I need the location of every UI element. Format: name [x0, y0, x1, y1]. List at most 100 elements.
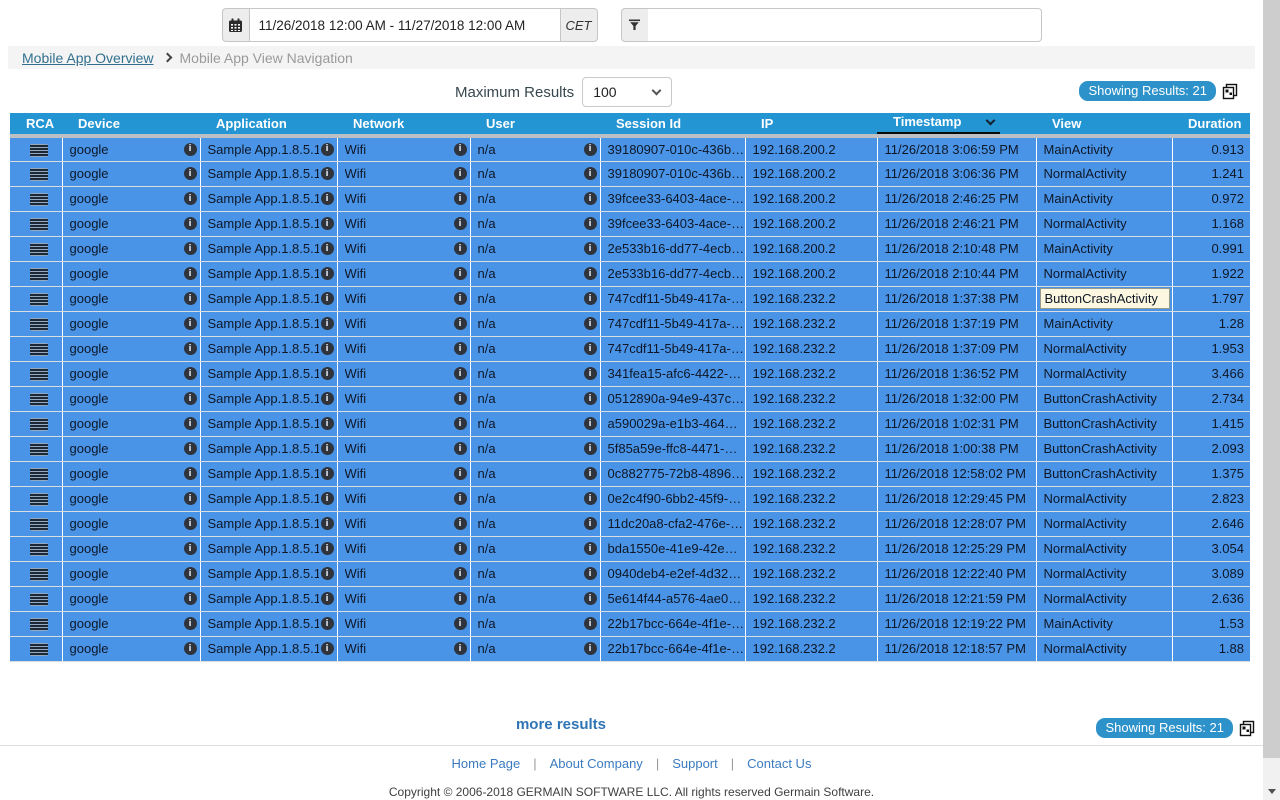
info-circle-icon[interactable]: i — [454, 542, 467, 555]
table-row[interactable]: googleiSample App.1.8.5.1-SNiWifiin/ai74… — [10, 336, 1250, 361]
rca-log-icon[interactable] — [30, 493, 48, 506]
info-circle-icon[interactable]: i — [321, 242, 334, 255]
info-circle-icon[interactable]: i — [184, 542, 197, 555]
table-row[interactable]: googleiSample App.1.8.5.1-SNiWifiin/ai74… — [10, 311, 1250, 336]
info-circle-icon[interactable]: i — [184, 417, 197, 430]
info-circle-icon[interactable]: i — [584, 392, 597, 405]
table-row[interactable]: googleiSample App.1.8.5.1-SNiWifiin/ai0e… — [10, 486, 1250, 511]
rca-log-icon[interactable] — [30, 318, 48, 331]
info-circle-icon[interactable]: i — [321, 617, 334, 630]
rca-log-icon[interactable] — [30, 368, 48, 381]
rca-log-icon[interactable] — [30, 418, 48, 431]
info-circle-icon[interactable]: i — [454, 567, 467, 580]
rca-log-icon[interactable] — [30, 168, 48, 181]
info-circle-icon[interactable]: i — [454, 392, 467, 405]
info-circle-icon[interactable]: i — [321, 292, 334, 305]
column-header-device[interactable]: Device — [62, 113, 200, 136]
table-row[interactable]: googleiSample App.1.8.5.1-SNiWifiin/aia5… — [10, 411, 1250, 436]
info-circle-icon[interactable]: i — [184, 467, 197, 480]
info-circle-icon[interactable]: i — [584, 167, 597, 180]
info-circle-icon[interactable]: i — [584, 217, 597, 230]
footer-link-home[interactable]: Home Page — [452, 756, 521, 771]
info-circle-icon[interactable]: i — [184, 517, 197, 530]
info-circle-icon[interactable]: i — [321, 317, 334, 330]
filter-button[interactable] — [621, 8, 648, 42]
info-circle-icon[interactable]: i — [321, 392, 334, 405]
info-circle-icon[interactable]: i — [321, 417, 334, 430]
info-circle-icon[interactable]: i — [321, 642, 334, 655]
column-header-view[interactable]: View — [1036, 113, 1172, 136]
info-circle-icon[interactable]: i — [454, 617, 467, 630]
copy-results-icon[interactable] — [1239, 720, 1256, 737]
calendar-button[interactable] — [222, 8, 249, 42]
info-circle-icon[interactable]: i — [584, 143, 597, 156]
info-circle-icon[interactable]: i — [584, 592, 597, 605]
info-circle-icon[interactable]: i — [454, 242, 467, 255]
table-row[interactable]: googleiSample App.1.8.5.1-SNiWifiin/ai11… — [10, 511, 1250, 536]
info-circle-icon[interactable]: i — [584, 417, 597, 430]
info-circle-icon[interactable]: i — [184, 342, 197, 355]
column-header-session-id[interactable]: Session Id — [600, 113, 745, 136]
info-circle-icon[interactable]: i — [321, 217, 334, 230]
info-circle-icon[interactable]: i — [321, 342, 334, 355]
scrollbar[interactable] — [1263, 0, 1280, 800]
info-circle-icon[interactable]: i — [321, 442, 334, 455]
column-header-user[interactable]: User — [470, 113, 600, 136]
info-circle-icon[interactable]: i — [584, 467, 597, 480]
info-circle-icon[interactable]: i — [584, 442, 597, 455]
table-row[interactable]: googleiSample App.1.8.5.1-SNiWifiin/ai2e… — [10, 261, 1250, 286]
info-circle-icon[interactable]: i — [454, 267, 467, 280]
info-circle-icon[interactable]: i — [184, 143, 197, 156]
rca-log-icon[interactable] — [30, 443, 48, 456]
info-circle-icon[interactable]: i — [454, 417, 467, 430]
table-row[interactable]: googleiSample App.1.8.5.1-SNiWifiin/ai22… — [10, 636, 1250, 661]
column-header-duration[interactable]: Duration — [1172, 113, 1250, 136]
info-circle-icon[interactable]: i — [321, 492, 334, 505]
footer-link-about[interactable]: About Company — [550, 756, 643, 771]
info-circle-icon[interactable]: i — [584, 642, 597, 655]
rca-log-icon[interactable] — [30, 593, 48, 606]
footer-link-contact[interactable]: Contact Us — [747, 756, 811, 771]
info-circle-icon[interactable]: i — [454, 492, 467, 505]
table-row[interactable]: googleiSample App.1.8.5.1-SNiWifiin/ai0c… — [10, 461, 1250, 486]
max-results-select[interactable]: 100 — [582, 77, 672, 107]
info-circle-icon[interactable]: i — [184, 617, 197, 630]
info-circle-icon[interactable]: i — [321, 467, 334, 480]
info-circle-icon[interactable]: i — [584, 542, 597, 555]
info-circle-icon[interactable]: i — [584, 567, 597, 580]
info-circle-icon[interactable]: i — [184, 317, 197, 330]
info-circle-icon[interactable]: i — [584, 517, 597, 530]
table-row[interactable]: googleiSample App.1.8.5.1-SNiWifiin/ai2e… — [10, 236, 1250, 261]
table-row[interactable]: googleiSample App.1.8.5.1-SNiWifiin/ai22… — [10, 611, 1250, 636]
table-row[interactable]: googleiSample App.1.8.5.1-SNiWifiin/ai39… — [10, 186, 1250, 211]
table-row[interactable]: googleiSample App.1.8.5.1-SNiWifiin/ai39… — [10, 161, 1250, 186]
rca-log-icon[interactable] — [30, 618, 48, 631]
rca-log-icon[interactable] — [30, 218, 48, 231]
info-circle-icon[interactable]: i — [184, 167, 197, 180]
rca-log-icon[interactable] — [30, 268, 48, 281]
table-row[interactable]: googleiSample App.1.8.5.1-SNiWifiin/ai74… — [10, 286, 1250, 311]
info-circle-icon[interactable]: i — [454, 642, 467, 655]
info-circle-icon[interactable]: i — [454, 442, 467, 455]
scrollbar-down-arrow-icon[interactable] — [1263, 783, 1280, 800]
info-circle-icon[interactable]: i — [321, 167, 334, 180]
rca-log-icon[interactable] — [30, 468, 48, 481]
table-row[interactable]: googleiSample App.1.8.5.1-SNiWifiin/ai5f… — [10, 436, 1250, 461]
info-circle-icon[interactable]: i — [184, 442, 197, 455]
info-circle-icon[interactable]: i — [454, 292, 467, 305]
info-circle-icon[interactable]: i — [184, 567, 197, 580]
rca-log-icon[interactable] — [30, 144, 48, 157]
info-circle-icon[interactable]: i — [184, 267, 197, 280]
copy-results-icon[interactable] — [1222, 83, 1239, 100]
rca-log-icon[interactable] — [30, 343, 48, 356]
rca-log-icon[interactable] — [30, 393, 48, 406]
info-circle-icon[interactable]: i — [321, 143, 334, 156]
rca-log-icon[interactable] — [30, 643, 48, 656]
info-circle-icon[interactable]: i — [584, 342, 597, 355]
table-row[interactable]: googleiSample App.1.8.5.1-SNiWifiin/ai5e… — [10, 586, 1250, 611]
footer-link-support[interactable]: Support — [672, 756, 718, 771]
info-circle-icon[interactable]: i — [321, 542, 334, 555]
rca-log-icon[interactable] — [30, 293, 48, 306]
breadcrumb-parent-link[interactable]: Mobile App Overview — [22, 50, 154, 66]
info-circle-icon[interactable]: i — [321, 592, 334, 605]
